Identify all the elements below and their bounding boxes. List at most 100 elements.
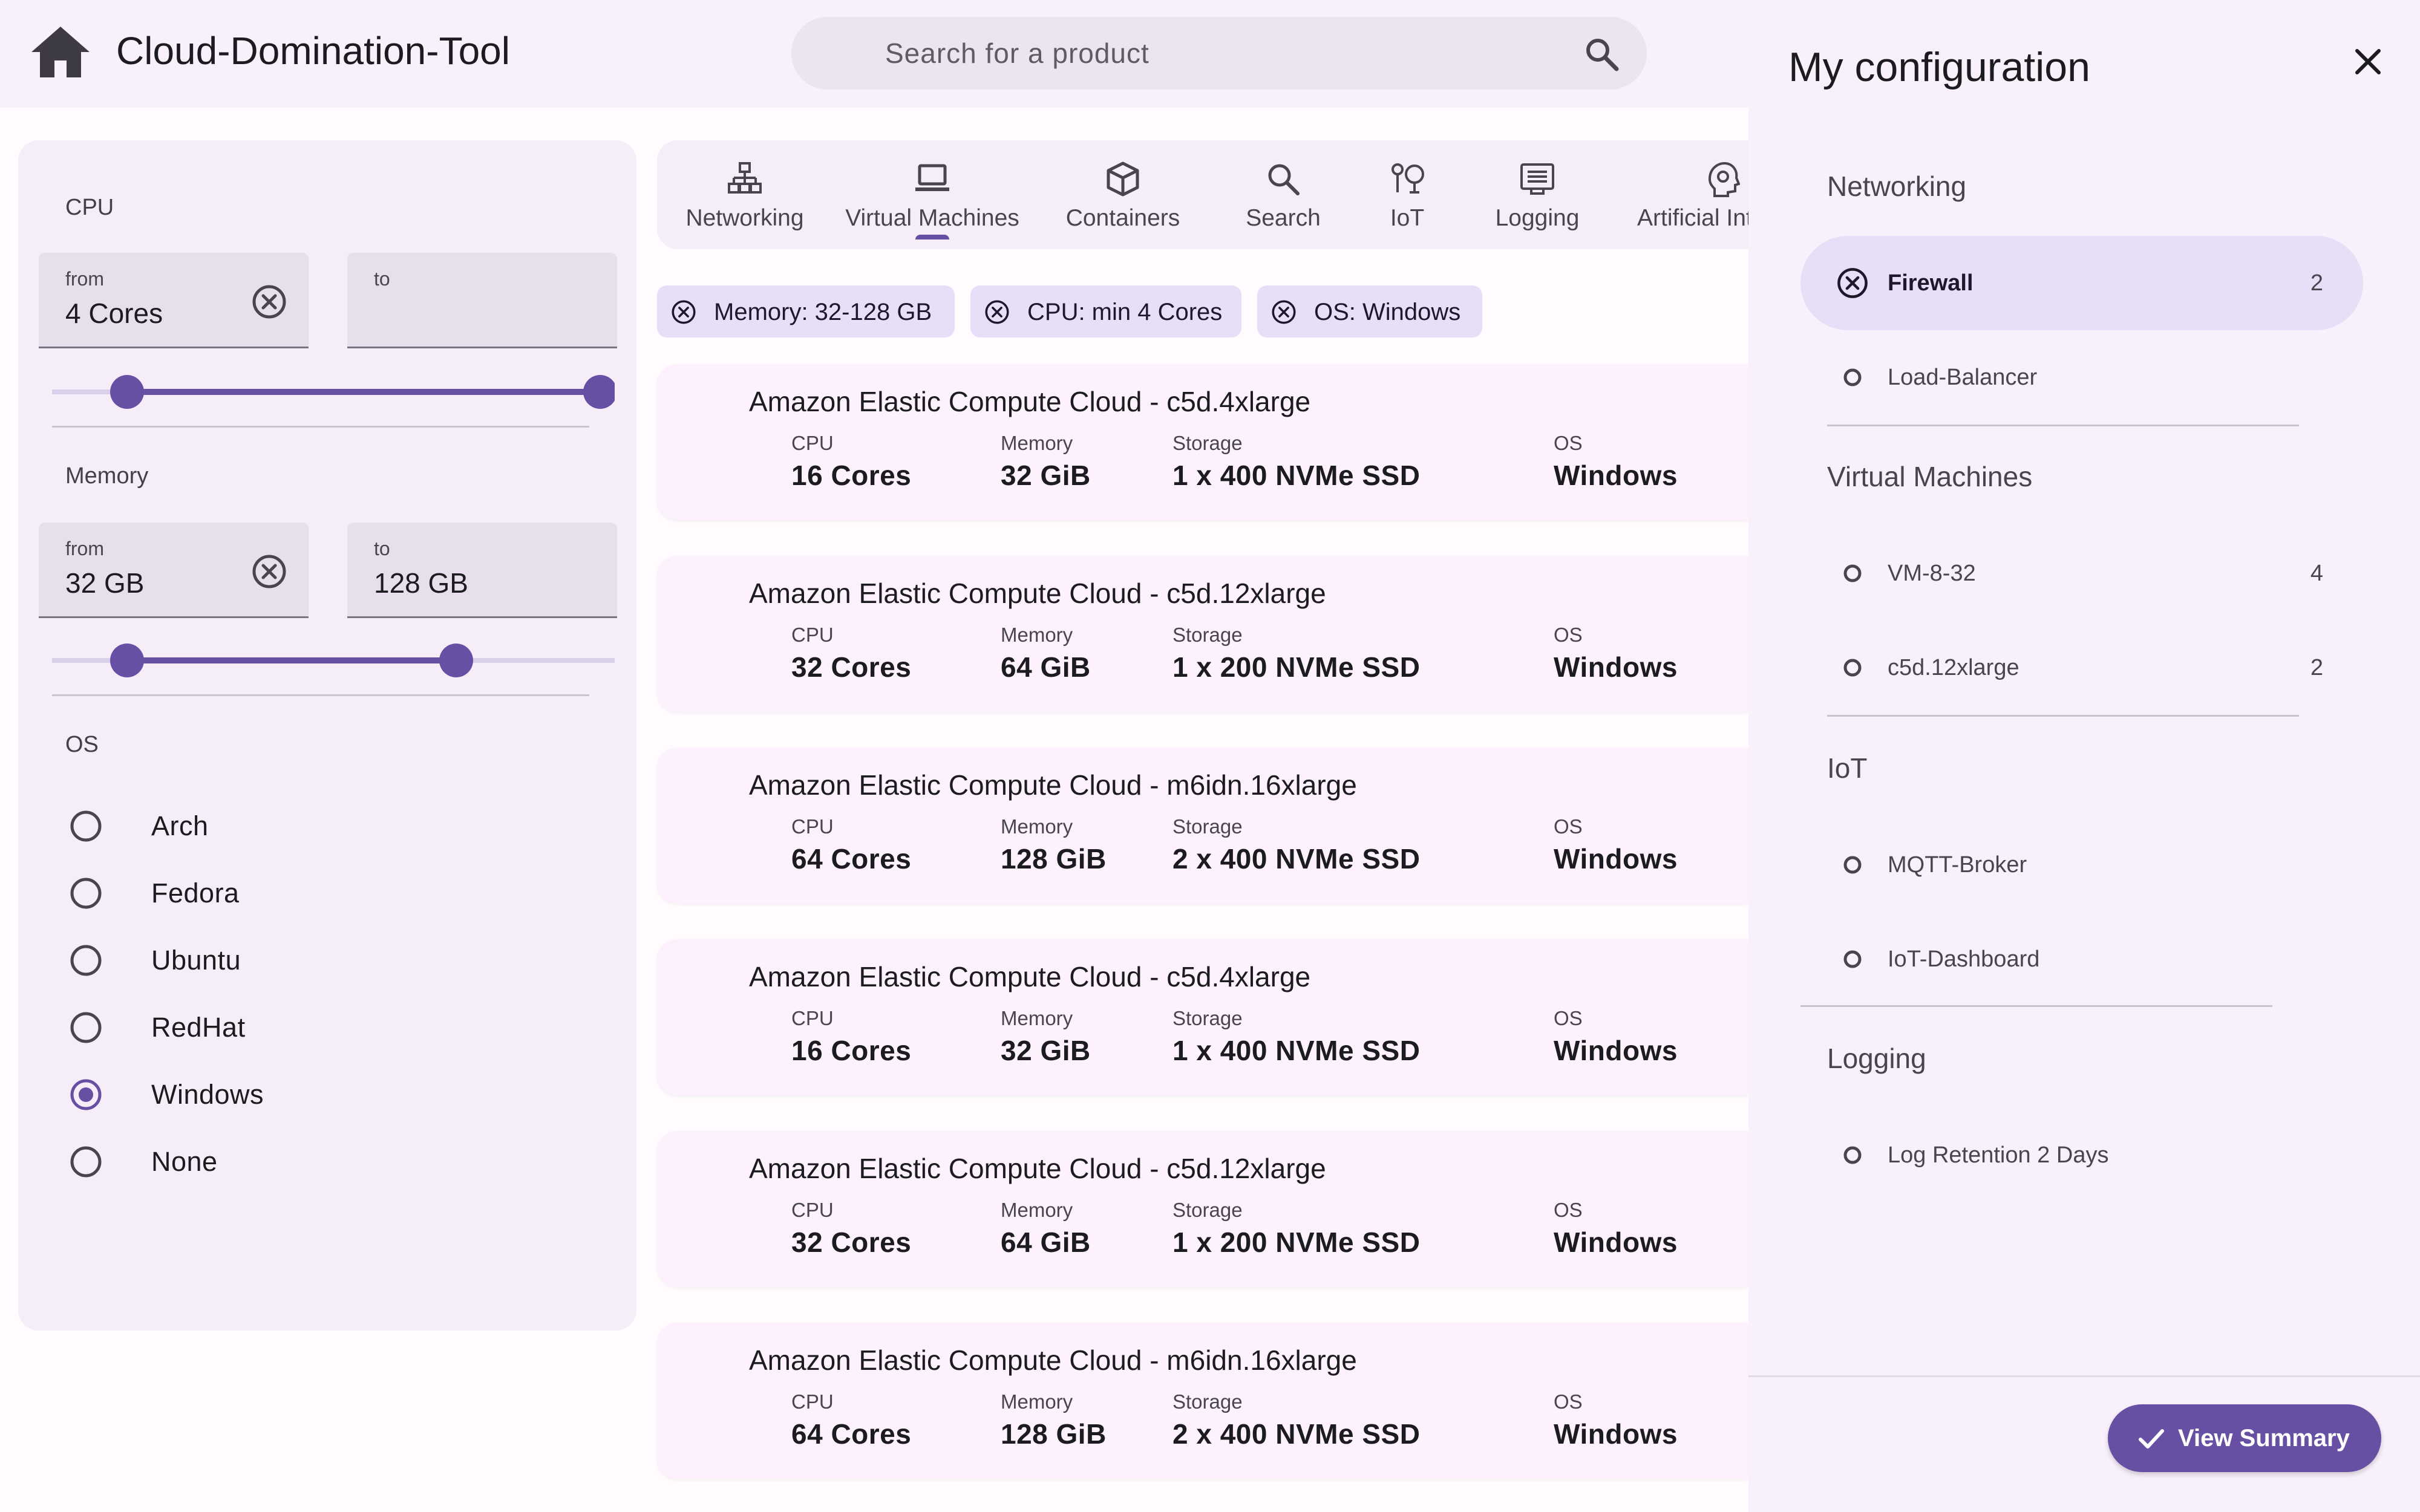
config-item-c5d.12xlarge[interactable]: c5d.12xlarge 2 <box>1800 621 2363 715</box>
divider <box>52 426 589 428</box>
product-card[interactable]: Amazon Elastic Compute Cloud - c5d.12xla… <box>657 556 1748 712</box>
radio-unchecked-icon[interactable] <box>69 876 103 910</box>
tab-label: Virtual Machines <box>845 205 1019 231</box>
radio-unchecked-icon[interactable] <box>69 943 103 977</box>
memory-from-field[interactable]: from 32 GB <box>39 523 309 618</box>
cpu-from-value[interactable]: 4 Cores <box>65 295 163 331</box>
search-icon <box>1265 161 1301 197</box>
config-item-count: 2 <box>2310 655 2323 680</box>
config-item-label: MQTT-Broker <box>1888 852 2027 878</box>
search-bar[interactable]: Search for a product <box>791 17 1647 90</box>
tab-artificial-intellig[interactable]: Artificial Intellig <box>1613 140 1748 249</box>
tab-logging[interactable]: Logging <box>1462 140 1613 249</box>
ai-head-icon <box>1704 161 1741 197</box>
cpu-filter-label: CPU <box>65 195 114 220</box>
product-card[interactable]: Amazon Elastic Compute Cloud - m6idn.16x… <box>657 1323 1748 1479</box>
remove-item-icon[interactable] <box>1836 266 1869 300</box>
memory-spec-label: Memory <box>1001 1199 1073 1221</box>
search-icon[interactable] <box>1583 35 1620 73</box>
iot-icon <box>1389 161 1425 197</box>
memory-range-slider[interactable] <box>50 636 617 685</box>
memory-from-label: from <box>65 538 104 559</box>
storage-spec-value: 1 x 200 NVMe SSD <box>1172 651 1421 683</box>
tab-label: Artificial Intellig <box>1637 205 1748 231</box>
memory-to-value[interactable]: 128 GB <box>374 565 468 601</box>
category-tabs: Networking Virtual Machines Containers Sear… <box>657 140 1748 249</box>
storage-spec-value: 2 x 400 NVMe SSD <box>1172 843 1421 875</box>
list-icon <box>1519 161 1555 197</box>
os-option-arch[interactable]: Arch <box>69 802 432 850</box>
radio-checked-icon[interactable] <box>69 1078 103 1112</box>
tab-iot[interactable]: IoT <box>1353 140 1462 249</box>
check-icon <box>2137 1424 2166 1453</box>
os-spec-value: Windows <box>1554 1035 1678 1066</box>
clear-icon[interactable] <box>250 553 288 590</box>
config-item-iot-dashboard[interactable]: IoT-Dashboard <box>1800 912 2363 1006</box>
os-option-label: Windows <box>151 1079 264 1110</box>
memory-spec-value: 128 GiB <box>1001 1418 1107 1450</box>
memory-spec-label: Memory <box>1001 815 1073 838</box>
storage-spec-label: Storage <box>1172 624 1243 646</box>
os-option-none[interactable]: None <box>69 1138 432 1186</box>
config-item-label: VM-8-32 <box>1888 561 1976 586</box>
cpu-range-slider[interactable] <box>50 368 617 416</box>
cpu-spec-label: CPU <box>791 1199 834 1221</box>
view-summary-button[interactable]: View Summary <box>2108 1404 2381 1472</box>
os-option-windows[interactable]: Windows <box>69 1070 432 1119</box>
cpu-spec-value: 16 Cores <box>791 1035 912 1066</box>
memory-to-field[interactable]: to 128 GB <box>347 523 617 618</box>
memory-spec-label: Memory <box>1001 624 1073 646</box>
tab-label: Search <box>1246 205 1321 231</box>
filter-chip[interactable]: OS: Windows <box>1257 285 1482 337</box>
search-input[interactable]: Search for a product <box>885 34 1150 73</box>
radio-unchecked-icon[interactable] <box>69 1011 103 1044</box>
storage-spec-label: Storage <box>1172 1390 1243 1413</box>
os-option-label: Arch <box>151 810 209 841</box>
os-spec-value: Windows <box>1554 1227 1678 1258</box>
product-card[interactable]: Amazon Elastic Compute Cloud - c5d.4xlar… <box>657 939 1748 1095</box>
view-summary-label: View Summary <box>2178 1425 2350 1452</box>
config-item-load-balancer[interactable]: Load-Balancer <box>1800 330 2363 425</box>
top-app-bar: Cloud-Domination-Tool Search for a produ… <box>0 0 1748 108</box>
clear-icon[interactable] <box>250 283 288 321</box>
config-item-vm-8-32[interactable]: VM-8-32 4 <box>1800 526 2363 621</box>
radio-unchecked-icon[interactable] <box>69 1145 103 1179</box>
filter-chip[interactable]: Memory: 32-128 GB <box>657 285 955 337</box>
storage-spec-value: 2 x 400 NVMe SSD <box>1172 1418 1421 1450</box>
tab-containers[interactable]: Containers <box>1032 140 1214 249</box>
product-card[interactable]: Amazon Elastic Compute Cloud - c5d.4xlar… <box>657 364 1748 520</box>
storage-spec-label: Storage <box>1172 815 1243 838</box>
os-spec-label: OS <box>1554 432 1583 454</box>
product-title: Amazon Elastic Compute Cloud - m6idn.16x… <box>749 769 1357 801</box>
product-card[interactable]: Amazon Elastic Compute Cloud - m6idn.16x… <box>657 748 1748 904</box>
cpu-to-field[interactable]: to <box>347 253 617 348</box>
filter-panel: CPU from 4 Cores to Memory from 32 GB to… <box>18 140 636 1331</box>
status-dot-icon <box>1836 651 1869 685</box>
os-option-redhat[interactable]: RedHat <box>69 1003 432 1052</box>
divider <box>1827 425 2299 426</box>
cpu-from-field[interactable]: from 4 Cores <box>39 253 309 348</box>
config-item-firewall[interactable]: Firewall 2 <box>1800 236 2363 330</box>
home-icon[interactable] <box>29 24 92 80</box>
close-icon[interactable] <box>2347 41 2389 82</box>
radio-unchecked-icon[interactable] <box>69 809 103 843</box>
cpu-spec-label: CPU <box>791 624 834 646</box>
os-option-ubuntu[interactable]: Ubuntu <box>69 936 432 985</box>
remove-chip-icon[interactable] <box>1270 299 1297 325</box>
os-spec-value: Windows <box>1554 843 1678 875</box>
product-card[interactable]: Amazon Elastic Compute Cloud - c5d.12xla… <box>657 1131 1748 1287</box>
config-item-label: Firewall <box>1888 270 1974 296</box>
cpu-spec-value: 64 Cores <box>791 843 912 875</box>
remove-chip-icon[interactable] <box>670 299 697 325</box>
tab-search[interactable]: Search <box>1214 140 1353 249</box>
os-option-label: Ubuntu <box>151 945 241 976</box>
memory-from-value[interactable]: 32 GB <box>65 565 144 601</box>
remove-chip-icon[interactable] <box>984 299 1010 325</box>
filter-chip[interactable]: CPU: min 4 Cores <box>970 285 1241 337</box>
tab-virtual-machines[interactable]: Virtual Machines <box>832 140 1032 249</box>
os-option-fedora[interactable]: Fedora <box>69 869 432 917</box>
divider <box>1800 1005 2272 1007</box>
tab-networking[interactable]: Networking <box>657 140 832 249</box>
config-item-log-retention-2-days[interactable]: Log Retention 2 Days <box>1800 1108 2363 1202</box>
config-item-mqtt-broker[interactable]: MQTT-Broker <box>1800 818 2363 912</box>
